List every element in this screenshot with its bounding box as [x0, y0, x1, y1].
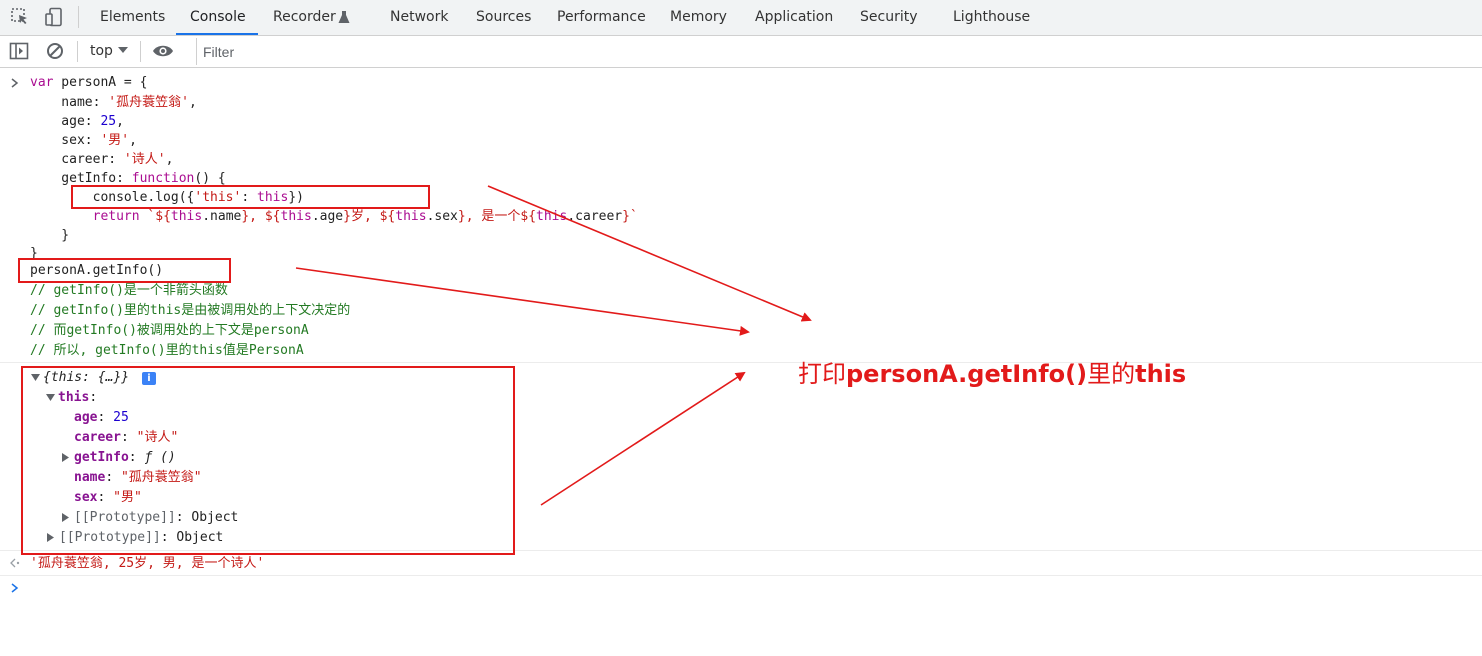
tab-elements[interactable]: Elements [100, 9, 165, 25]
tab-application[interactable]: Application [755, 9, 833, 25]
message-divider [0, 575, 1482, 576]
code-line: career: '诗人', [30, 152, 174, 167]
code-line: age: 25, [30, 114, 124, 129]
code-comment: // 而getInfo()被调用处的上下文是personA [30, 323, 309, 338]
experiment-flask-icon [338, 11, 350, 23]
tab-console[interactable]: Console [190, 9, 246, 25]
code-line: } [30, 228, 70, 243]
context-selector[interactable]: top [90, 43, 113, 59]
chevron-down-icon[interactable] [118, 47, 128, 55]
tab-recorder[interactable]: Recorder [273, 9, 336, 25]
return-value: '孤舟蓑笠翁, 25岁, 男, 是一个诗人' [30, 556, 265, 571]
tab-performance[interactable]: Performance [557, 9, 646, 25]
show-sidebar-icon[interactable] [9, 42, 29, 60]
message-divider [0, 362, 1482, 363]
arrow-from-call [295, 267, 750, 336]
tab-sources[interactable]: Sources [476, 9, 531, 25]
input-prompt-icon [11, 78, 19, 88]
tab-security[interactable]: Security [860, 9, 918, 25]
filter-input[interactable] [196, 38, 1482, 65]
device-toolbar-icon[interactable] [44, 7, 64, 27]
tab-network[interactable]: Network [390, 9, 448, 25]
toolbar-divider [140, 41, 141, 62]
tab-memory[interactable]: Memory [670, 9, 727, 25]
clear-console-icon[interactable] [46, 42, 64, 60]
code-line: sex: '男', [30, 133, 137, 148]
highlight-box-console-log [71, 185, 430, 209]
inspect-element-icon[interactable] [10, 7, 30, 27]
input-prompt-icon[interactable] [10, 582, 20, 594]
code-comment: // 所以, getInfo()里的this值是PersonA [30, 343, 304, 358]
highlight-box-call [18, 258, 231, 283]
annotation-label: 打印personA.getInfo()里的this [798, 360, 1187, 388]
code-comment: // getInfo()是一个非箭头函数 [30, 283, 228, 298]
return-value-icon [10, 558, 20, 568]
arrow-from-output [540, 371, 746, 506]
code-line: name: '孤舟蓑笠翁', [30, 95, 197, 110]
code-line: return `${this.name}, ${this.age}岁, ${th… [92, 209, 638, 224]
code-comment: // getInfo()里的this是由被调用处的上下文决定的 [30, 303, 351, 318]
active-tab-indicator [176, 33, 258, 35]
tab-lighthouse[interactable]: Lighthouse [953, 9, 1030, 25]
tab-bar-divider [78, 6, 79, 28]
highlight-box-output [21, 366, 515, 555]
toolbar-divider [77, 41, 78, 62]
console-input-code: var personA = { [30, 75, 148, 90]
eye-icon[interactable] [152, 43, 174, 59]
